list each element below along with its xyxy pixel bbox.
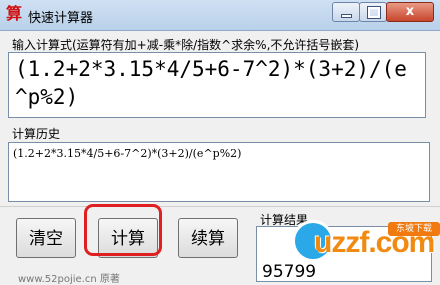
- clear-button[interactable]: 清空: [16, 218, 76, 258]
- maximize-button[interactable]: [359, 2, 387, 22]
- close-icon: x: [405, 4, 415, 19]
- app-icon: 算: [5, 4, 22, 23]
- continue-button[interactable]: 续算: [178, 218, 238, 258]
- expression-input[interactable]: (1.2+2*3.15*4/5+6-7^2)*(3+2)/(e^p%2): [8, 52, 426, 118]
- watermark-logo: uzzf.com 东坡下载: [292, 216, 440, 272]
- status-text: www.52pojie.cn 原著: [18, 274, 120, 285]
- history-label: 计算历史: [12, 127, 61, 141]
- history-entry: (1.2+2*3.15*4/5+6-7^2)*(3+2)/(e^p%2): [13, 147, 242, 160]
- minimize-button[interactable]: [332, 2, 360, 22]
- highlight-annotation: [84, 204, 162, 256]
- expression-label: 输入计算式(运算符有加+减-乘*除/指数^求余%,不允许括号嵌套): [12, 38, 360, 52]
- close-button[interactable]: x: [386, 2, 434, 22]
- window-title: 快速计算器: [28, 11, 94, 26]
- watermark-badge: 东坡下载: [388, 222, 440, 236]
- history-list[interactable]: (1.2+2*3.15*4/5+6-7^2)*(3+2)/(e^p%2): [8, 142, 430, 202]
- title-bar: 算 快速计算器 x: [0, 0, 440, 31]
